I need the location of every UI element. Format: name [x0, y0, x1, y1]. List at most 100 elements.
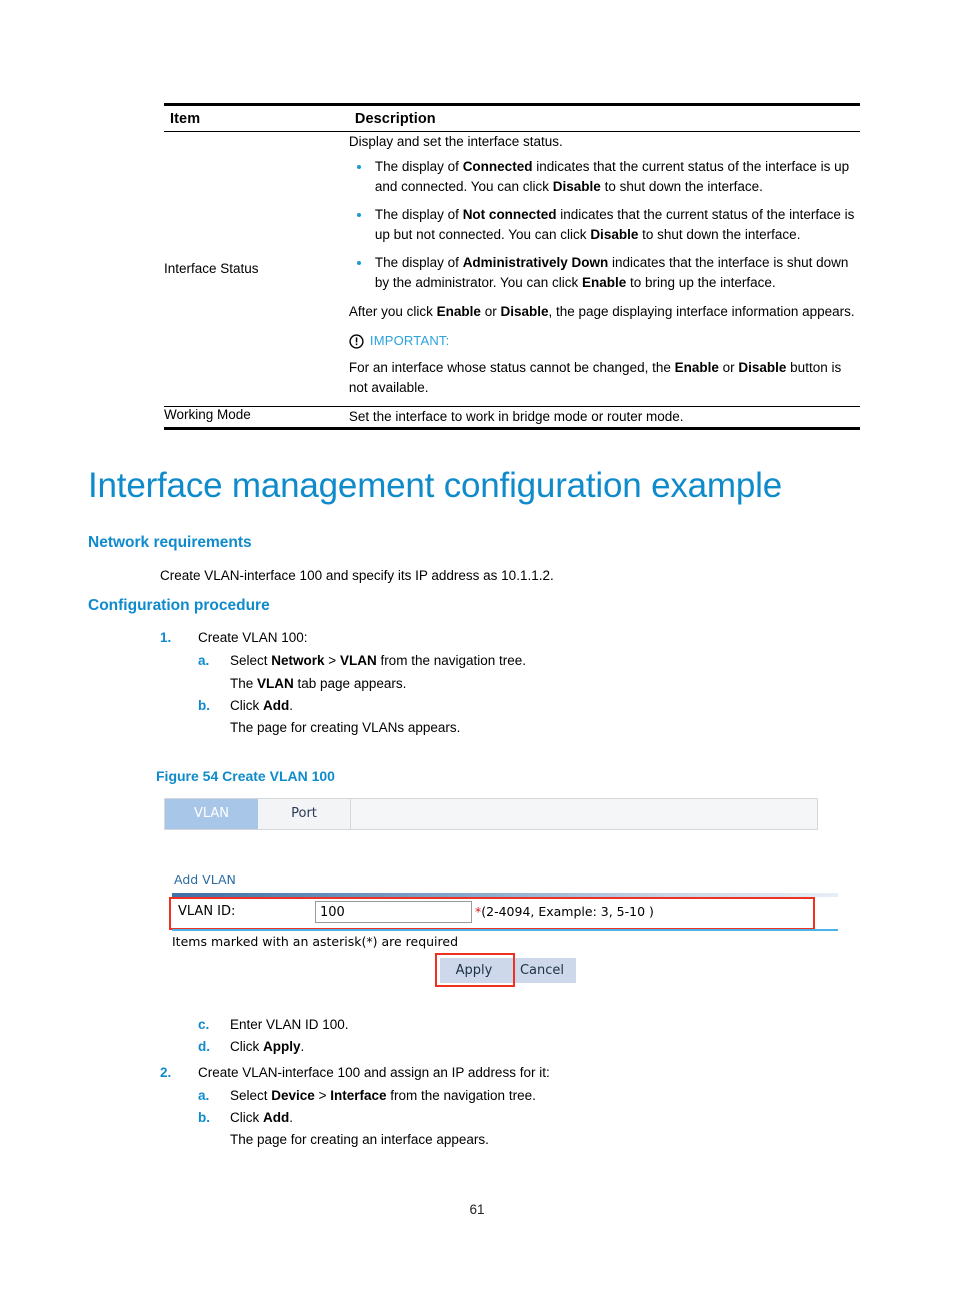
substep-text-post: .	[300, 1039, 305, 1055]
after-text-mid: or	[480, 303, 501, 319]
continuation-text-post: tab page appears.	[293, 675, 407, 691]
substep-marker-d: d.	[198, 1039, 210, 1055]
substep-2b-continuation: The page for creating an interface appea…	[230, 1132, 489, 1148]
after-bold-disable: Disable	[500, 303, 549, 319]
required-fields-note: Items marked with an asterisk(*) are req…	[172, 934, 459, 949]
page-number: 61	[469, 1202, 485, 1217]
page-title: Interface management configuration examp…	[88, 466, 782, 505]
bullet-text-pre: The display of	[374, 158, 463, 174]
vlan-id-range-text: (2-4094, Example: 3, 5-10 )	[481, 904, 654, 919]
column-header-item: Item	[164, 106, 349, 132]
section-title-add-vlan: Add VLAN	[174, 872, 236, 887]
important-callout-header: IMPORTANT:	[349, 331, 860, 351]
step-1-line: 1. Create VLAN 100:	[160, 628, 526, 648]
tab-port[interactable]: Port	[258, 799, 351, 829]
bullet-text-post: to shut down the interface.	[600, 179, 763, 195]
substep-text-enter-vlan-id: Enter VLAN ID 100.	[230, 1017, 349, 1032]
form-row-vlan-id: VLAN ID: *(2-4094, Example: 3, 5-10 )	[172, 899, 838, 928]
substep-bold-add: Add	[263, 1110, 290, 1125]
vlan-id-input[interactable]	[315, 901, 472, 923]
section-divider-gradient	[172, 893, 838, 897]
substep-bold-interface: Interface	[330, 1087, 387, 1103]
substep-bold-add: Add	[263, 697, 290, 713]
substep-text-mid: >	[324, 653, 340, 669]
tab-vlan[interactable]: VLAN	[165, 799, 258, 829]
substep-text-pre: Click	[230, 1039, 263, 1055]
cell-item-working-mode: Working Mode	[164, 406, 251, 422]
figure-caption: Figure 54 Create VLAN 100	[156, 768, 335, 784]
tab-bar-filler	[351, 799, 817, 829]
substep-1b-continuation: The page for creating VLANs appears.	[230, 720, 461, 735]
status-bullet-list: The display of Connected indicates that …	[349, 157, 860, 294]
bullet-text-post: to shut down the interface.	[638, 227, 801, 243]
status-intro-text: Display and set the interface status.	[348, 134, 563, 149]
substep-text-pre: Select	[230, 1087, 272, 1103]
substep-text-post: .	[289, 1110, 294, 1125]
bullet-text-pre: The display of	[374, 206, 463, 222]
substep-text-post: from the navigation tree.	[386, 1087, 536, 1103]
document-page: Item Description Interface Status Displa…	[0, 0, 954, 1296]
vlan-id-hint: *(2-4094, Example: 3, 5-10 )	[475, 904, 654, 919]
step-2-text: Create VLAN-interface 100 and assign an …	[198, 1064, 550, 1080]
substep-bold-network: Network	[271, 653, 325, 669]
cancel-button[interactable]: Cancel	[508, 958, 576, 983]
substep-text-pre: Click	[230, 697, 263, 713]
bullet-text-pre: The display of	[374, 254, 463, 270]
column-header-description: Description	[348, 106, 860, 132]
substep-marker-a: a.	[198, 653, 210, 669]
substep-marker-b: b.	[198, 1110, 210, 1125]
bullet-bold-not-connected: Not connected	[462, 206, 557, 222]
substep-1b: b. Click Add.	[160, 696, 526, 716]
important-text-pre: For an interface whose status cannot be …	[348, 359, 675, 375]
section-heading-network-requirements: Network requirements	[88, 534, 252, 551]
substep-marker-c: c.	[198, 1017, 210, 1032]
exclamation-circle-icon	[349, 333, 364, 349]
substep-text-post: from the navigation tree.	[376, 653, 527, 669]
after-bold-enable: Enable	[436, 303, 481, 319]
interface-parameters-table: Item Description Interface Status Displa…	[164, 103, 860, 430]
form-divider-line	[172, 929, 838, 931]
substep-text-mid: >	[314, 1087, 331, 1103]
after-text-pre: After you click	[348, 303, 437, 319]
apply-button[interactable]: Apply	[440, 958, 508, 983]
continuation-text-pre: The	[230, 675, 258, 691]
substep-bold-apply: Apply	[263, 1039, 301, 1055]
important-text-mid: or	[718, 359, 739, 375]
important-bold-disable: Disable	[738, 359, 787, 375]
substep-text-pre: Select	[230, 653, 272, 669]
cell-description-interface-status: Display and set the interface status. Th…	[349, 132, 860, 407]
substep-bold-vlan: VLAN	[339, 653, 377, 669]
important-bold-enable: Enable	[674, 359, 719, 375]
important-label: IMPORTANT:	[369, 333, 450, 349]
substep-1c: c. Enter VLAN ID 100.	[160, 1015, 550, 1035]
list-item: The display of Administratively Down ind…	[349, 253, 860, 294]
after-click-paragraph: After you click Enable or Disable, the p…	[349, 302, 860, 323]
cell-description-working-mode: Set the interface to work in bridge mode…	[348, 408, 684, 424]
substep-marker-b: b.	[198, 697, 210, 713]
tab-bar: VLAN Port	[164, 798, 818, 830]
cell-item-interface-status: Interface Status	[164, 261, 259, 277]
substep-marker-a: a.	[198, 1087, 210, 1103]
procedure-step-1: 1. Create VLAN 100: a. Select Network > …	[160, 628, 526, 740]
step-2-line: 2. Create VLAN-interface 100 and assign …	[160, 1063, 550, 1083]
substep-text-post: .	[289, 697, 294, 713]
step-1-substeps: a. Select Network > VLAN from the naviga…	[160, 651, 526, 738]
step-marker-2: 2.	[160, 1064, 172, 1080]
substep-text-pre: Click	[230, 1110, 263, 1125]
substep-1a-continuation: The VLAN tab page appears.	[160, 674, 526, 694]
table-row: Working Mode Set the interface to work i…	[164, 406, 860, 429]
step-marker-1: 1.	[160, 630, 172, 645]
bullet-bold-enable: Enable	[582, 275, 627, 291]
button-strip: Apply Cancel	[440, 958, 576, 983]
network-requirements-text: Create VLAN-interface 100 and specify it…	[160, 568, 554, 583]
substep-bold-device: Device	[271, 1087, 315, 1103]
substep-2b: b. Click Add.	[160, 1108, 550, 1128]
step-1-text: Create VLAN 100:	[198, 630, 308, 645]
step-2-substeps: a. Select Device > Interface from the na…	[160, 1086, 550, 1151]
substep-2a: a. Select Device > Interface from the na…	[160, 1086, 550, 1106]
after-text-post: , the page displaying interface informat…	[548, 303, 855, 319]
figure-screenshot-create-vlan: VLAN Port Add VLAN VLAN ID: *(2-4094, Ex…	[164, 798, 838, 998]
bullet-bold-connected: Connected	[462, 158, 533, 174]
bullet-bold-disable: Disable	[590, 227, 639, 243]
vlan-id-label: VLAN ID:	[178, 904, 236, 919]
